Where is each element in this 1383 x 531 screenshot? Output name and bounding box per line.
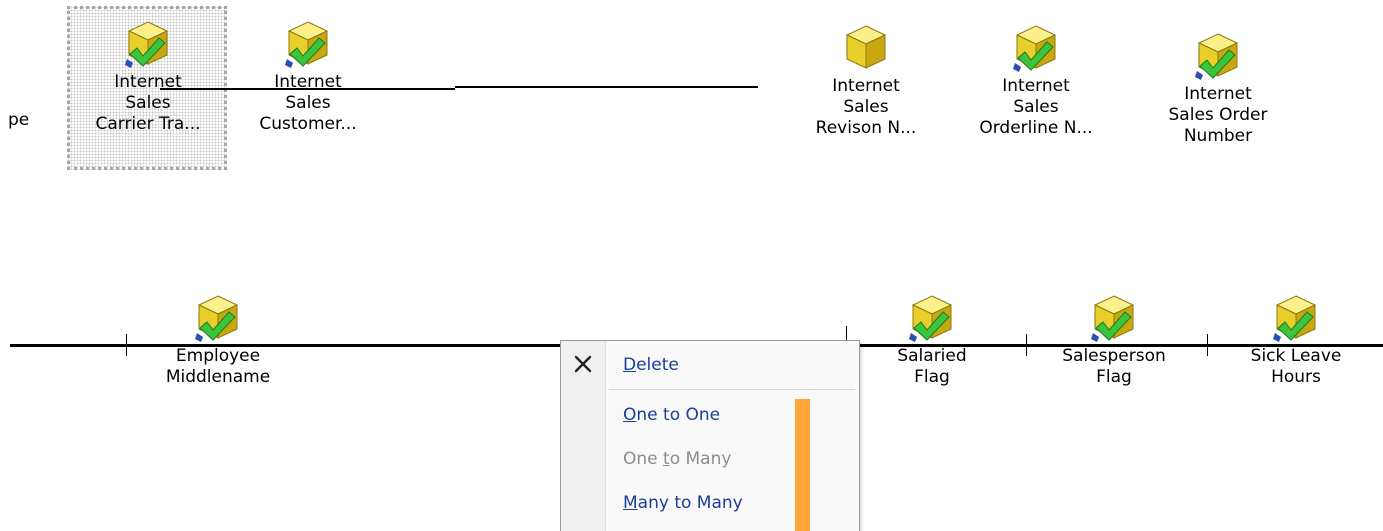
node-label: Internet Sales Revison N... xyxy=(815,76,917,138)
cube-check-icon xyxy=(125,18,171,70)
node-label: Internet Sales Orderline N... xyxy=(979,76,1093,138)
node-label: Internet Sales Order Number xyxy=(1168,84,1268,146)
node-label: Internet Sales Customer... xyxy=(259,72,357,134)
relationship-diagram-canvas[interactable]: pe Internet Sales Carrier Tra... Interne… xyxy=(0,0,1383,531)
cube-check-icon xyxy=(1013,22,1059,74)
menu-separator xyxy=(609,389,855,390)
truncated-node-label: pe xyxy=(8,110,30,130)
node-label: Employee Middlename xyxy=(165,346,271,387)
menu-item-delete[interactable]: Delete xyxy=(623,353,679,377)
mnemonic: t xyxy=(663,449,670,469)
connector-tick xyxy=(1026,334,1027,356)
menu-item-many-to-many[interactable]: Many to Many xyxy=(623,491,743,515)
menu-item-label-rest: ne to One xyxy=(636,405,721,425)
mnemonic: M xyxy=(623,493,638,513)
mnemonic: O xyxy=(623,405,637,425)
accent-bar xyxy=(795,399,810,531)
cube-check-icon xyxy=(195,292,241,344)
connector-tick xyxy=(126,334,127,356)
node-label: Salaried Flag xyxy=(897,346,967,387)
top-connector-line-right xyxy=(455,86,758,88)
menu-item-one-to-one[interactable]: One to One xyxy=(623,403,720,427)
cube-check-icon xyxy=(285,18,331,70)
cube-check-icon xyxy=(1195,30,1241,82)
node-label: Sick Leave Hours xyxy=(1250,346,1342,387)
node-label: Internet Sales Carrier Tra... xyxy=(95,72,201,134)
close-x-icon[interactable] xyxy=(571,352,595,376)
connector-tick xyxy=(1207,334,1208,356)
node-label: Salesperson Flag xyxy=(1062,346,1166,387)
menu-item-label-rest: o Many xyxy=(669,449,732,469)
cube-check-icon xyxy=(1273,292,1319,344)
menu-item-label-rest: elete xyxy=(636,355,679,375)
cube-check-icon xyxy=(1091,292,1137,344)
mnemonic: D xyxy=(623,355,637,375)
cube-icon xyxy=(846,25,886,69)
cube-check-icon xyxy=(909,292,955,344)
menu-item-label-pre: One xyxy=(623,449,664,469)
menu-item-label-rest: any to Many xyxy=(637,493,743,513)
menu-item-one-to-many: One to Many xyxy=(623,447,731,471)
context-menu: Delete One to One One to Many Many to Ma… xyxy=(560,340,860,531)
